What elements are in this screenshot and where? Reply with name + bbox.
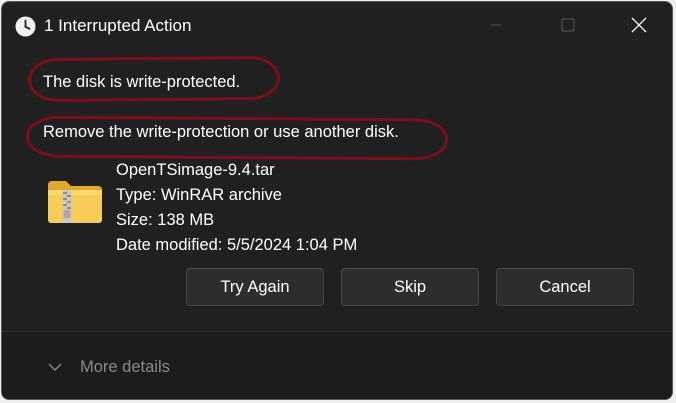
file-details: OpenTSimage-9.4.tar Type: WinRAR archive… xyxy=(116,158,357,258)
interrupted-action-dialog: 1 Interrupted Action The disk is write-p… xyxy=(1,1,673,400)
zip-folder-icon xyxy=(48,181,102,223)
skip-button[interactable]: Skip xyxy=(341,268,479,306)
more-details-label: More details xyxy=(80,357,170,376)
file-type: Type: WinRAR archive xyxy=(116,186,282,204)
clock-icon xyxy=(15,16,36,37)
file-date-modified: Date modified: 5/5/2024 1:04 PM xyxy=(116,236,358,254)
error-message: The disk is write-protected. xyxy=(43,73,241,91)
close-button[interactable] xyxy=(604,2,672,48)
cancel-button[interactable]: Cancel xyxy=(496,268,634,306)
footer: More details xyxy=(2,331,672,399)
minimize-button[interactable] xyxy=(461,2,531,48)
title-bar[interactable]: 1 Interrupted Action xyxy=(2,2,672,50)
maximize-icon xyxy=(561,18,575,32)
file-name: OpenTSimage-9.4.tar xyxy=(116,161,275,179)
chevron-down-icon xyxy=(48,363,62,371)
maximize-button[interactable] xyxy=(533,2,603,48)
file-size: Size: 138 MB xyxy=(116,211,215,229)
minimize-icon xyxy=(491,24,501,26)
more-details-toggle[interactable]: More details xyxy=(46,356,170,378)
close-icon xyxy=(631,17,647,33)
window-title: 1 Interrupted Action xyxy=(44,16,192,35)
try-again-button[interactable]: Try Again xyxy=(186,268,324,306)
instruction-message: Remove the write-protection or use anoth… xyxy=(43,123,399,141)
